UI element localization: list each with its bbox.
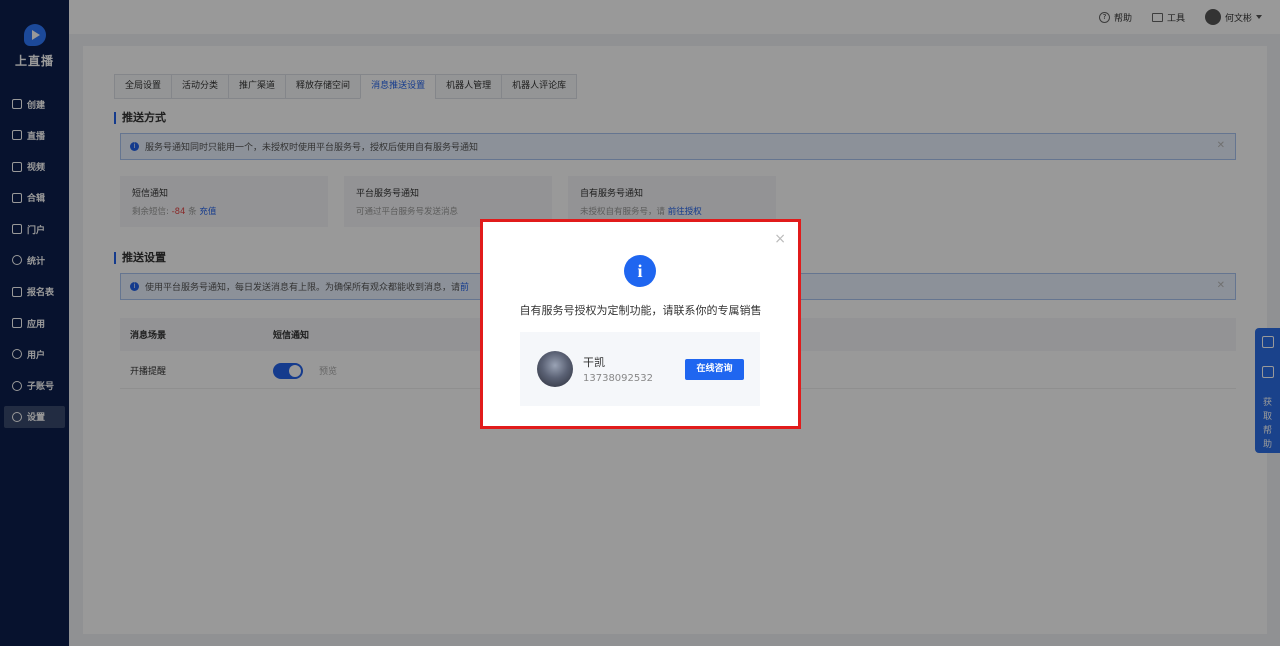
sales-contact-card: 干凯 13738092532 在线咨询: [520, 332, 760, 406]
close-icon[interactable]: ×: [774, 231, 786, 247]
contact-name: 干凯: [583, 356, 605, 369]
dialog-message: 自有服务号授权为定制功能，请联系你的专属销售: [519, 304, 762, 317]
contact-sales-dialog: × i 自有服务号授权为定制功能，请联系你的专属销售 干凯 1373809253…: [480, 219, 801, 429]
avatar: [537, 351, 573, 387]
online-consult-button[interactable]: 在线咨询: [685, 359, 744, 380]
contact-phone: 13738092532: [583, 373, 653, 384]
info-icon: i: [624, 255, 656, 287]
